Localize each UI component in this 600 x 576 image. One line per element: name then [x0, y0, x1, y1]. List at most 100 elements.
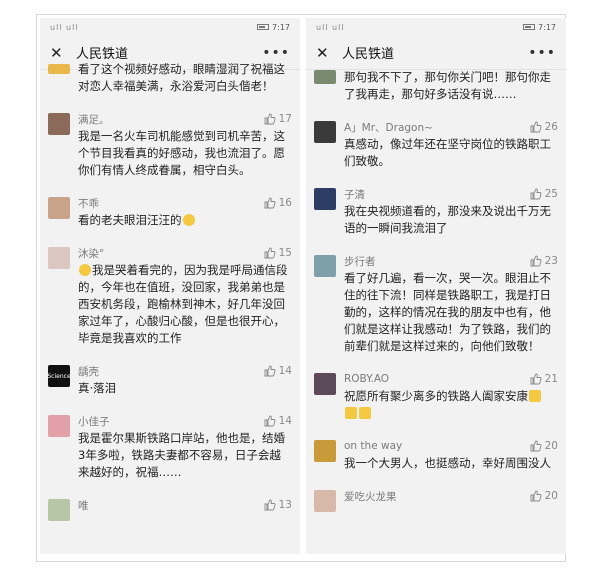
comment-item: 那句我不下了，那句你关门吧！那句你走了我再走，那句好多话没有说……: [314, 68, 558, 113]
crying-face-icon: [79, 264, 91, 276]
like-count: 25: [544, 188, 558, 200]
comment-item: A」Mr、Dragon~ 26 真感动，像过年还在坚守岗位的铁路职工们致敬。: [314, 113, 558, 180]
phone-screen-left: ull ull 7:17 ✕ 人民铁道 ••• 看了这个视频好感动，眼睛湿润了祝…: [40, 18, 300, 554]
comment-list: 那句我不下了，那句你关门吧！那句你走了我再走，那句好多话没有说…… A」Mr、D…: [306, 68, 566, 522]
more-icon[interactable]: •••: [262, 45, 290, 61]
page-title: 人民铁道: [342, 47, 395, 62]
comment-text: 我是一名火车司机能感觉到司机辛苦，这个节目我看真的好感动，我也流泪了。愿你们有情…: [78, 129, 285, 177]
like-count: 14: [278, 365, 292, 377]
comment-text: 我是霍尔果斯铁路口岸站，他也是，结婚3年多啦，铁路夫妻都不容易，日子会越来越好的…: [78, 431, 285, 479]
comment-author: 唯: [78, 499, 89, 512]
like-count: 16: [278, 197, 292, 209]
thumbs-up-icon: [530, 490, 542, 502]
thumbs-up-emoji-icon: [345, 407, 357, 419]
thumbs-up-icon: [530, 121, 542, 133]
like-count: 13: [278, 499, 292, 511]
comment-text: 我在央视频道看的，那没来及说出千万无语的一瞬间我流泪了: [344, 204, 551, 235]
avatar: [48, 415, 70, 437]
comment-item: 不乖 16 看的老夫眼泪汪汪的: [48, 189, 292, 239]
avatar: [314, 440, 336, 462]
like-count: 23: [544, 255, 558, 267]
status-time: 7:17: [538, 22, 556, 32]
signal-icon: ull ull: [50, 22, 79, 32]
avatar: Science: [48, 365, 70, 387]
like-count: 21: [544, 373, 558, 385]
thumbs-up-icon: [530, 440, 542, 452]
comment-item: 爱吃火龙果 20: [314, 482, 558, 522]
comment-text: 我一个大男人，也挺感动，幸好周围没人: [344, 456, 551, 470]
more-icon[interactable]: •••: [528, 45, 556, 61]
nav-bar: ✕ 人民铁道 •••: [306, 36, 566, 70]
like-count: 14: [278, 415, 292, 427]
comment-text: 看的老夫眼泪汪汪的: [78, 212, 292, 229]
comment-author: 小佳子: [78, 415, 110, 428]
avatar: [314, 121, 336, 143]
comment-text: 祝愿所有聚少离多的铁路人阖家安康: [344, 388, 558, 422]
like-button[interactable]: 14: [264, 415, 292, 427]
thumbs-up-icon: [530, 373, 542, 385]
avatar: [314, 188, 336, 210]
signal-icon: ull ull: [316, 22, 345, 32]
comment-item: Science 龋壳 14 真·落泪: [48, 357, 292, 407]
like-button[interactable]: 17: [264, 113, 292, 125]
avatar: [314, 373, 336, 395]
thumbs-up-icon: [530, 255, 542, 267]
like-button[interactable]: 25: [530, 188, 558, 200]
like-button[interactable]: 14: [264, 365, 292, 377]
comment-item: on the way 20 我一个大男人，也挺感动，幸好周围没人: [314, 432, 558, 482]
comment-author: 爱吃火龙果: [344, 490, 397, 503]
comment-author: 步行者: [344, 255, 376, 268]
comment-item: 步行者 23 看了好几遍，看一次，哭一次。眼泪止不住的往下流！同样是铁路职工，我…: [314, 247, 558, 365]
comment-text: 真感动，像过年还在坚守岗位的铁路职工们致敬。: [344, 137, 551, 168]
like-button[interactable]: 13: [264, 499, 292, 511]
comment-author: 沐染°: [78, 247, 105, 260]
like-button[interactable]: 15: [264, 247, 292, 259]
thumbs-up-icon: [264, 499, 276, 511]
status-bar: ull ull 7:17: [40, 18, 300, 36]
phone-screen-right: ull ull 7:17 ✕ 人民铁道 ••• 那句我不下了，那句你关门吧！那句…: [306, 18, 566, 554]
status-bar: ull ull 7:17: [306, 18, 566, 36]
comment-author: 不乖: [78, 197, 99, 210]
comment-item: 子清 25 我在央视频道看的，那没来及说出千万无语的一瞬间我流泪了: [314, 180, 558, 247]
avatar: [48, 499, 70, 521]
comment-item: 沐染° 15 我是哭着看完的，因为我是呼局通信段的，今年也在值班，没回家，我弟弟…: [48, 239, 292, 357]
comment-item: 小佳子 14 我是霍尔果斯铁路口岸站，他也是，结婚3年多啦，铁路夫妻都不容易，日…: [48, 407, 292, 491]
like-count: 20: [544, 490, 558, 502]
like-button[interactable]: 21: [530, 373, 558, 385]
like-button[interactable]: 26: [530, 121, 558, 133]
thumbs-up-emoji-icon: [529, 390, 541, 402]
crying-face-icon: [182, 214, 195, 226]
avatar: [314, 70, 336, 84]
comment-author: on the way: [344, 440, 403, 452]
thumbs-up-icon: [264, 247, 276, 259]
like-button[interactable]: 20: [530, 440, 558, 452]
comment-author: 龋壳: [78, 365, 99, 378]
battery-icon: [523, 24, 536, 30]
close-icon[interactable]: ✕: [316, 44, 336, 62]
comment-item: 唯 13: [48, 491, 292, 531]
like-button[interactable]: 16: [264, 197, 292, 209]
like-button[interactable]: 23: [530, 255, 558, 267]
comment-author: 满足。: [78, 113, 110, 126]
comment-author: ROBY.AO: [344, 373, 390, 385]
avatar: [314, 490, 336, 512]
close-icon[interactable]: ✕: [50, 44, 70, 62]
like-count: 15: [278, 247, 292, 259]
like-count: 20: [544, 440, 558, 452]
comment-item: ROBY.AO 21 祝愿所有聚少离多的铁路人阖家安康: [314, 365, 558, 432]
thumbs-up-icon: [530, 188, 542, 200]
avatar: [48, 113, 70, 135]
thumbs-up-icon: [264, 113, 276, 125]
comment-text: 真·落泪: [78, 381, 117, 395]
thumbs-up-icon: [264, 197, 276, 209]
avatar: [48, 247, 70, 269]
battery-icon: [257, 24, 270, 30]
like-button[interactable]: 20: [530, 490, 558, 502]
comment-text: 看了好几遍，看一次，哭一次。眼泪止不住的往下流！同样是铁路职工，我是打日勤的，这…: [344, 271, 551, 353]
comment-text: 那句我不下了，那句你关门吧！那句你走了我再走，那句好多话没有说……: [344, 70, 551, 101]
comment-text: 看了这个视频好感动，眼睛湿润了祝福这对恋人幸福美满，永浴爱河白头偕老！: [78, 62, 285, 93]
avatar: [314, 255, 336, 277]
like-count: 17: [278, 113, 292, 125]
thumbs-up-icon: [264, 415, 276, 427]
thumbs-up-icon: [264, 365, 276, 377]
